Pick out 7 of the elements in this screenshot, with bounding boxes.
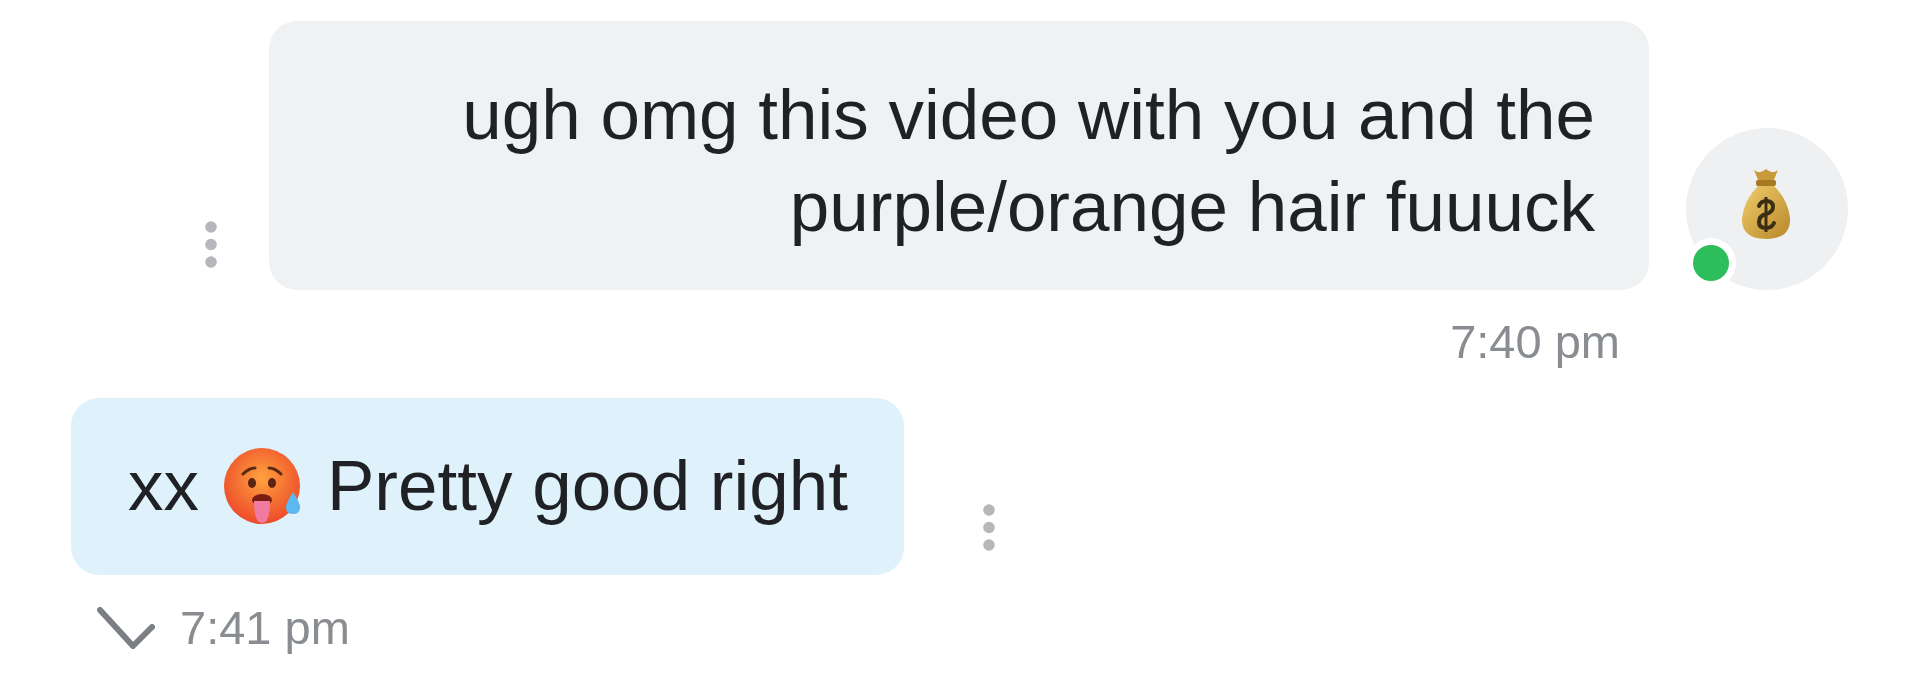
message-time: 7:41 pm	[180, 600, 350, 655]
message-text: xx	[128, 445, 199, 527]
message-text: ugh omg this video with you and the purple/orange hair fuuuck	[462, 75, 1595, 246]
more-options-icon[interactable]	[205, 221, 217, 268]
more-options-icon[interactable]	[982, 504, 995, 551]
message-text: Pretty good right	[327, 445, 848, 527]
message-time: 7:40 pm	[1450, 314, 1620, 369]
